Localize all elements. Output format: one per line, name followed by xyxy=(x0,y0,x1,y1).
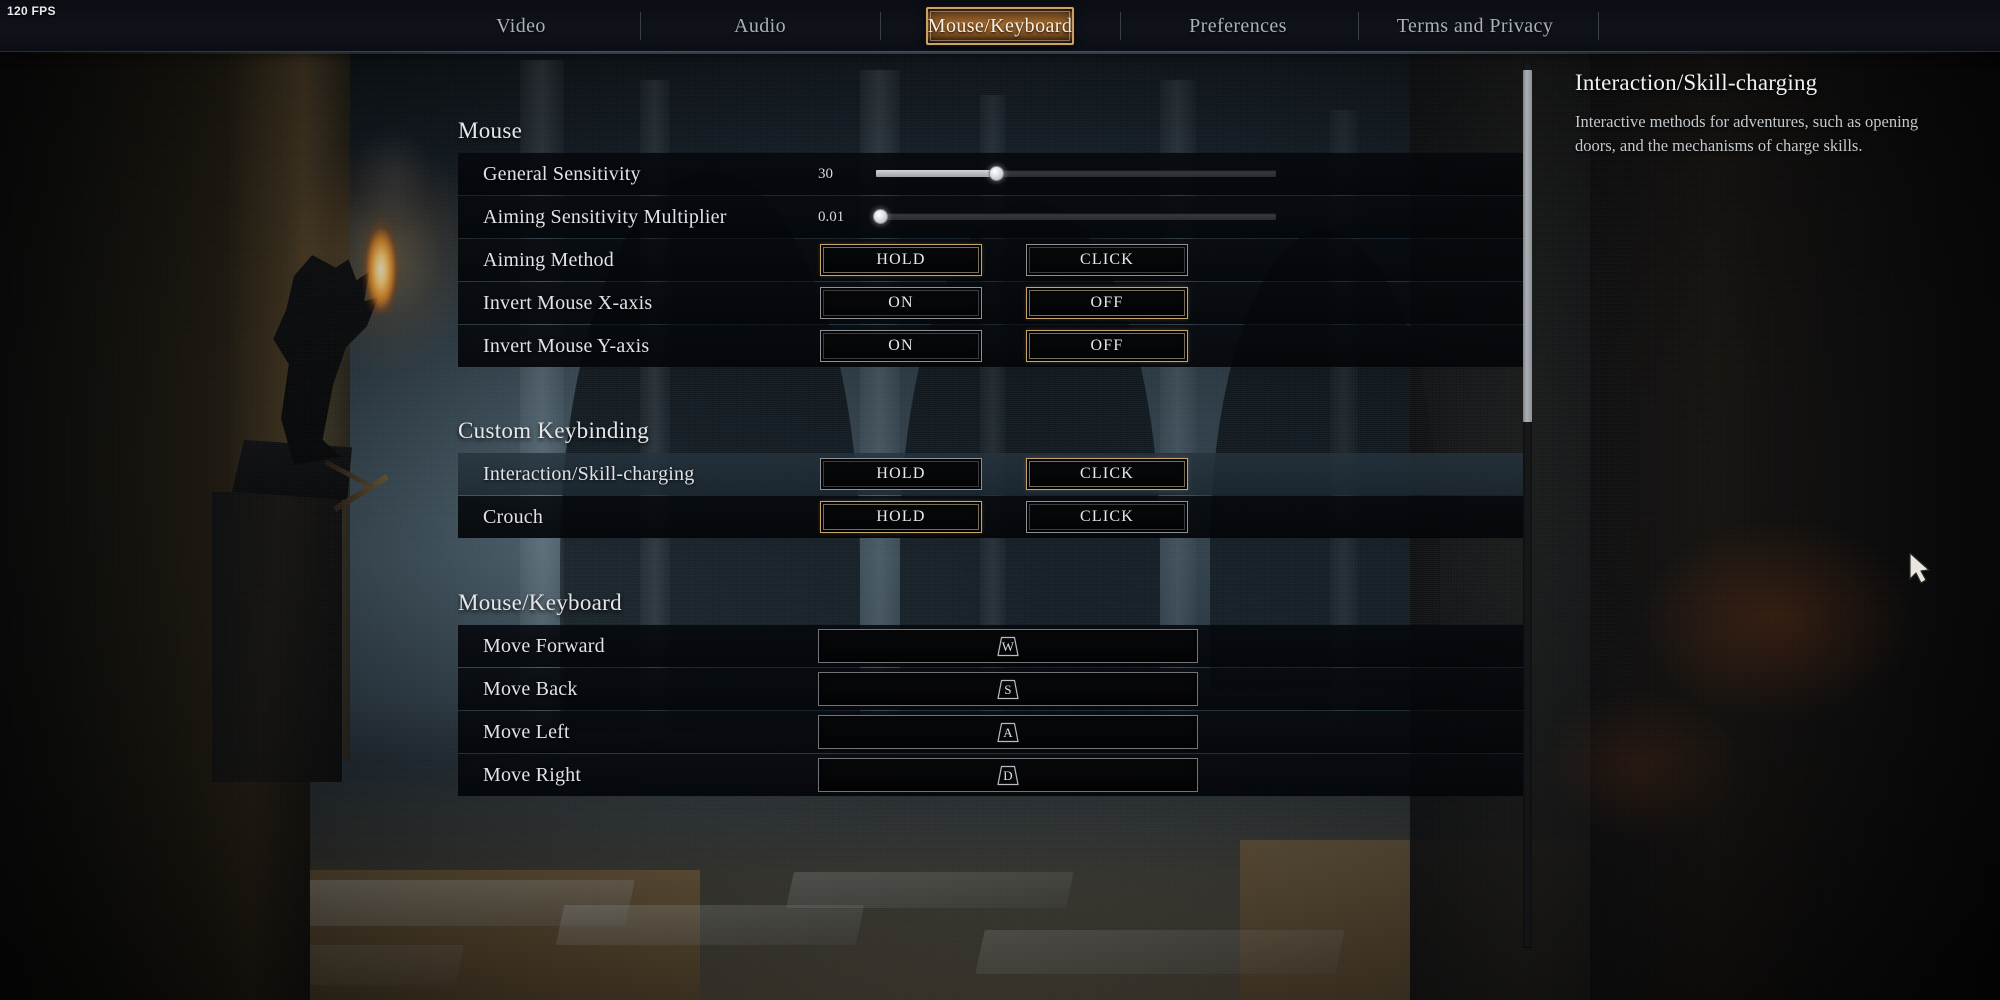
toggle-option-label: HOLD xyxy=(876,508,926,525)
tab-separator xyxy=(1598,12,1599,40)
settings-row[interactable]: Move Back S xyxy=(458,668,1530,710)
settings-row[interactable]: Invert Mouse Y-axis ON OFF xyxy=(458,325,1530,367)
keycap-label: S xyxy=(1004,681,1012,697)
settings-tab-list: Video Audio Mouse/Keyboard Preferences Terms… xyxy=(0,0,2000,52)
settings-row-label: Interaction/Skill-charging xyxy=(483,462,695,485)
settings-row-label: Aiming Method xyxy=(483,248,614,271)
settings-tab-bar: Video Audio Mouse/Keyboard Preferences Terms… xyxy=(0,0,2000,54)
settings-row[interactable]: Invert Mouse X-axis ON OFF xyxy=(458,282,1530,324)
keybind-slot[interactable]: A xyxy=(818,715,1198,749)
toggle-option-label: CLICK xyxy=(1080,251,1134,268)
settings-row-label: Move Left xyxy=(483,720,570,743)
tab-separator xyxy=(1358,12,1359,40)
tab-separator xyxy=(1120,12,1121,40)
keycap-icon: D xyxy=(995,765,1021,786)
section-heading: Custom Keybinding xyxy=(458,418,650,443)
tab-separator xyxy=(640,12,641,40)
info-panel-title: Interaction/Skill-charging xyxy=(1575,70,1818,95)
tab-terms-and-privacy[interactable]: Terms and Privacy xyxy=(1397,0,1553,52)
tab-mouse-keyboard[interactable]: Mouse/Keyboard xyxy=(925,7,1075,45)
slider-track[interactable] xyxy=(876,170,1276,177)
keycap-icon: W xyxy=(995,636,1021,657)
slider-value: 0.01 xyxy=(818,208,845,225)
settings-row[interactable]: Aiming Sensitivity Multiplier 0.01 xyxy=(458,196,1530,238)
tab-video[interactable]: Video xyxy=(496,0,546,52)
keycap-label: A xyxy=(1003,724,1013,740)
settings-row[interactable]: General Sensitivity 30 xyxy=(458,153,1530,195)
settings-row[interactable]: Aiming Method HOLD CLICK xyxy=(458,239,1530,281)
keybind-slot[interactable]: W xyxy=(818,629,1198,663)
settings-row-label: Invert Mouse Y-axis xyxy=(483,334,650,357)
slider-thumb[interactable] xyxy=(873,209,888,224)
settings-row-label: General Sensitivity xyxy=(483,162,641,185)
toggle-option-label: ON xyxy=(888,337,914,354)
settings-row[interactable]: Crouch HOLD CLICK xyxy=(458,496,1530,538)
settings-row-label: Crouch xyxy=(483,505,544,528)
toggle-option-hold[interactable]: HOLD xyxy=(820,458,982,490)
keycap-label: W xyxy=(1001,638,1015,654)
settings-row[interactable]: Interaction/Skill-charging HOLD CLICK xyxy=(458,453,1530,495)
toggle-option-on[interactable]: ON xyxy=(820,287,982,319)
settings-row-label: Move Back xyxy=(483,677,578,700)
tab-label: Preferences xyxy=(1189,14,1287,37)
toggle-option-label: HOLD xyxy=(876,251,926,268)
settings-row[interactable]: Move Right D xyxy=(458,754,1530,796)
tab-preferences[interactable]: Preferences xyxy=(1189,0,1287,52)
section-heading: Mouse/Keyboard xyxy=(458,590,622,615)
toggle-option-label: ON xyxy=(888,294,914,311)
section-heading: Mouse xyxy=(458,118,523,143)
slider-fill xyxy=(876,170,996,177)
settings-row-label: Move Right xyxy=(483,763,582,786)
toggle-option-off[interactable]: OFF xyxy=(1026,287,1188,319)
toggle-option-label: OFF xyxy=(1090,337,1124,354)
tab-label: Terms and Privacy xyxy=(1396,14,1554,37)
settings-row-label: Aiming Sensitivity Multiplier xyxy=(483,205,727,228)
tab-label: Audio xyxy=(734,14,786,37)
tab-audio[interactable]: Audio xyxy=(734,0,786,52)
toggle-option-hold[interactable]: HOLD xyxy=(820,244,982,276)
slider-value: 30 xyxy=(818,165,833,182)
fps-counter: 120 FPS xyxy=(7,4,56,18)
info-panel-description: Interactive methods for adventures, such… xyxy=(1575,112,1919,156)
keybind-slot[interactable]: D xyxy=(818,758,1198,792)
keycap-icon: S xyxy=(995,679,1021,700)
tab-label: Mouse/Keyboard xyxy=(927,14,1073,37)
keycap-icon: A xyxy=(995,722,1021,743)
info-panel: Interaction/Skill-charging Interactive m… xyxy=(1575,70,1975,159)
slider-thumb[interactable] xyxy=(989,166,1004,181)
toggle-option-hold[interactable]: HOLD xyxy=(820,501,982,533)
slider-track[interactable] xyxy=(876,213,1276,220)
keycap-label: D xyxy=(1003,767,1013,783)
settings-row[interactable]: Move Left A xyxy=(458,711,1530,753)
toggle-option-on[interactable]: ON xyxy=(820,330,982,362)
toggle-option-click[interactable]: CLICK xyxy=(1026,458,1188,490)
toggle-option-label: CLICK xyxy=(1080,508,1134,525)
toggle-option-click[interactable]: CLICK xyxy=(1026,244,1188,276)
toggle-option-label: HOLD xyxy=(876,465,926,482)
toggle-option-off[interactable]: OFF xyxy=(1026,330,1188,362)
tab-label: Video xyxy=(496,14,546,37)
toggle-option-label: CLICK xyxy=(1080,465,1134,482)
toggle-option-click[interactable]: CLICK xyxy=(1026,501,1188,533)
scrollbar-thumb[interactable] xyxy=(1523,70,1532,422)
settings-scroll-pane[interactable]: Mouse General Sensitivity 30 Aiming Sensiti… xyxy=(0,52,1548,1000)
settings-row-label: Move Forward xyxy=(483,634,605,657)
toggle-option-label: OFF xyxy=(1090,294,1124,311)
keybind-slot[interactable]: S xyxy=(818,672,1198,706)
settings-row-label: Invert Mouse X-axis xyxy=(483,291,653,314)
tab-separator xyxy=(880,12,881,40)
settings-row[interactable]: Move Forward W xyxy=(458,625,1530,667)
